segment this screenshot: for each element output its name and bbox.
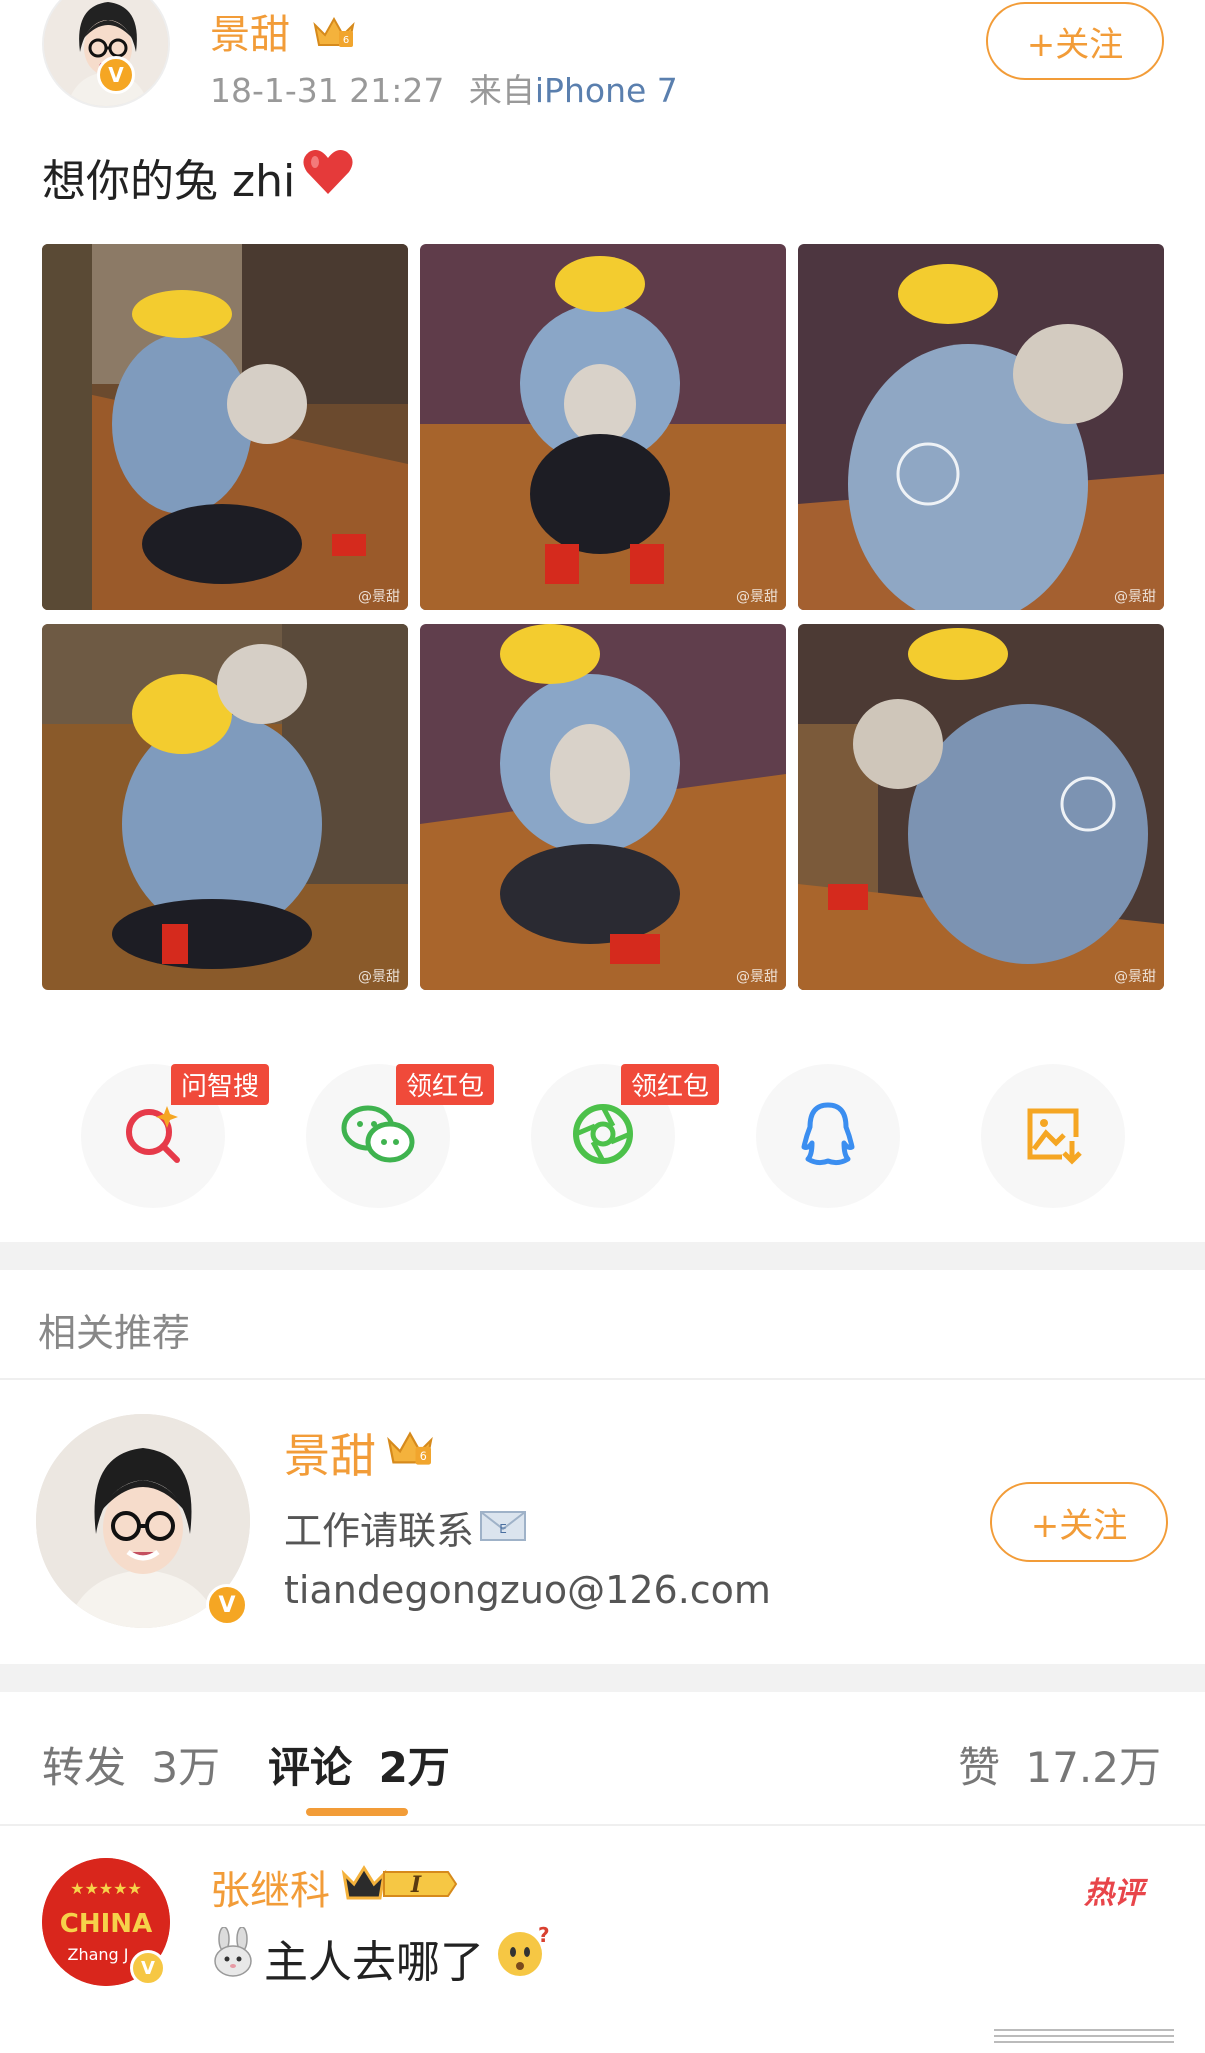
divider	[0, 1378, 1205, 1380]
tab-repost-count: 3万	[151, 1743, 221, 1792]
comment-author-text[interactable]: 张继科	[210, 1858, 330, 1916]
avatar-name: Zhang J	[67, 1945, 128, 1964]
photo-2[interactable]: @景甜	[420, 244, 786, 610]
verified-badge-icon: V	[206, 1584, 248, 1626]
avatar-china: CHINA	[60, 1909, 152, 1939]
share-qq-button[interactable]	[756, 1064, 900, 1208]
photo-watermark: @景甜	[1114, 969, 1156, 985]
post-body: 想你的兔 zhi	[42, 145, 355, 209]
tab-like-label: 赞	[958, 1743, 1001, 1792]
heart-icon	[301, 148, 355, 207]
share-tag-moments: 领红包	[621, 1064, 720, 1105]
share-save-image-button[interactable]	[981, 1064, 1125, 1208]
photo-1[interactable]: @景甜	[42, 244, 408, 610]
svg-text:E: E	[499, 1522, 507, 1536]
moments-icon	[571, 1102, 635, 1170]
qq-icon	[798, 1101, 858, 1171]
tab-repost[interactable]: 转发 3万	[42, 1734, 220, 1795]
recommend-name-text[interactable]: 景甜	[284, 1420, 376, 1486]
photo-watermark: @景甜	[358, 969, 400, 985]
post-meta: 18-1-31 21:27 来自iPhone 7	[210, 64, 678, 112]
recommend-email: tiandegongzuo@126.com	[284, 1568, 771, 1612]
photo-watermark: @景甜	[736, 589, 778, 605]
photo-watermark: @景甜	[736, 969, 778, 985]
source-prefix: 来自	[468, 71, 535, 110]
envelope-icon: E	[480, 1506, 527, 1550]
tab-comment-label: 评论	[268, 1743, 353, 1792]
save-image-icon	[1022, 1103, 1084, 1169]
crown-icon: 6	[311, 13, 357, 61]
verified-badge-icon: V	[97, 56, 135, 94]
post-time: 18-1-31 21:27	[210, 71, 445, 110]
author-avatar[interactable]	[42, 0, 170, 108]
avatar-stars: ★★★★★	[70, 1879, 142, 1898]
post-text: 想你的兔 zhi	[42, 156, 296, 207]
photo-grid: @景甜 @景甜 @景甜 @景甜 @景甜 @景甜	[42, 244, 1164, 990]
confused-emoji-icon: ?	[494, 1923, 550, 1991]
svg-text:6: 6	[420, 1450, 427, 1463]
svg-text:I: I	[410, 1872, 422, 1898]
photo-3[interactable]: @景甜	[798, 244, 1164, 610]
share-tag-zhisou: 问智搜	[171, 1064, 270, 1105]
share-tag-wechat: 领红包	[396, 1064, 495, 1105]
recommend-desc-text: 工作请联系	[284, 1509, 475, 1553]
tab-comment-count: 2万	[378, 1743, 450, 1792]
photo-watermark: @景甜	[358, 589, 400, 605]
post-author[interactable]: 景甜 6	[210, 2, 357, 61]
crown-icon: 6	[384, 1426, 436, 1480]
section-title-recommend: 相关推荐	[38, 1311, 191, 1355]
rabbit-emoji-icon	[210, 1926, 256, 1988]
photo-watermark: @景甜	[1114, 589, 1156, 605]
tab-like[interactable]: 赞 17.2万	[958, 1734, 1161, 1795]
recommend-desc: 工作请联系 E	[284, 1500, 527, 1555]
verified-badge-icon: V	[130, 1950, 166, 1986]
tab-comment[interactable]: 评论 2万	[268, 1734, 450, 1795]
photo-6[interactable]: @景甜	[798, 624, 1164, 990]
search-sparkle-icon	[121, 1102, 185, 1170]
tab-repost-label: 转发	[42, 1743, 127, 1792]
recommend-follow-button[interactable]: +关注	[990, 1482, 1168, 1562]
comment-text: 主人去哪了	[264, 1936, 484, 1988]
comment-body: 主人去哪了 ?	[210, 1923, 550, 1991]
author-name-text[interactable]: 景甜	[210, 12, 290, 58]
svg-text:?: ?	[538, 1924, 550, 1947]
tab-like-count: 17.2万	[1025, 1743, 1161, 1792]
section-separator	[0, 1664, 1205, 1692]
hot-comment-badge: 热评	[1084, 1876, 1144, 1911]
photo-4[interactable]: @景甜	[42, 624, 408, 990]
follow-button[interactable]: +关注	[986, 2, 1164, 80]
section-separator	[0, 1242, 1205, 1270]
wechat-icon	[340, 1102, 416, 1170]
comment-author[interactable]: 张继科 I	[210, 1858, 460, 1916]
divider	[0, 1824, 1205, 1826]
vip-level-icon: I	[340, 1860, 460, 1914]
svg-text:6: 6	[343, 35, 349, 46]
recommend-name[interactable]: 景甜 6	[284, 1420, 436, 1486]
post-device[interactable]: iPhone 7	[535, 71, 678, 110]
scroll-indicator-icon	[984, 2022, 1184, 2052]
photo-5[interactable]: @景甜	[420, 624, 786, 990]
tab-active-indicator	[306, 1808, 408, 1816]
